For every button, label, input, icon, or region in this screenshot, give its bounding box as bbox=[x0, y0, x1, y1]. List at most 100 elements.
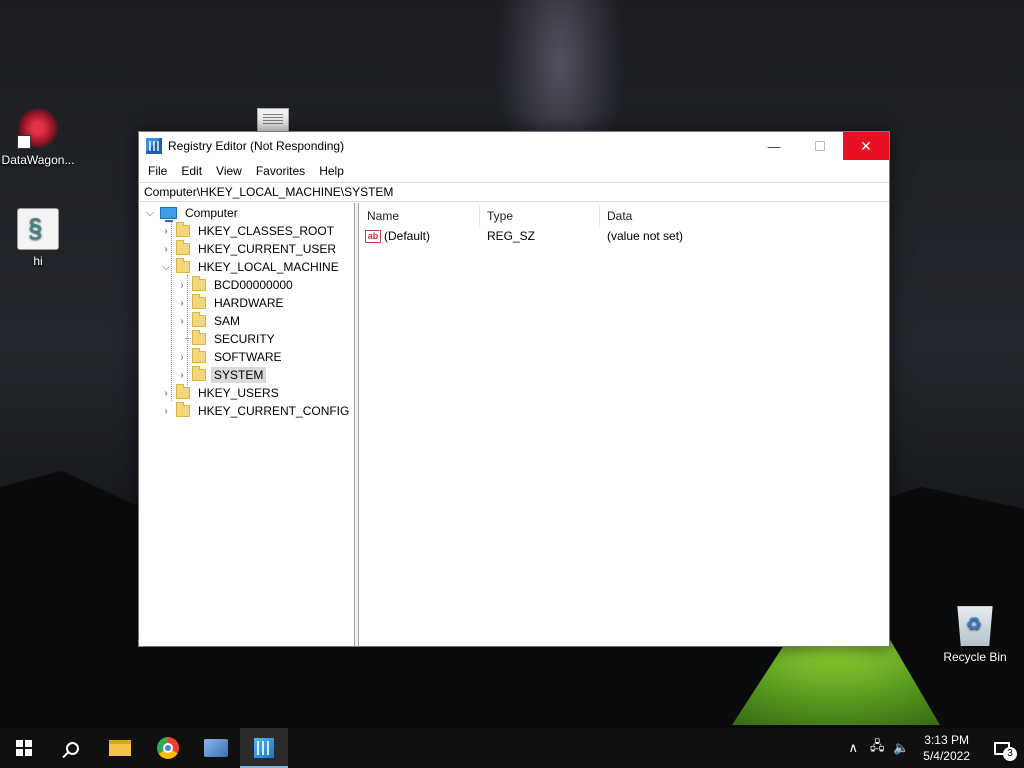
tree-item-security[interactable]: SECURITY bbox=[175, 330, 278, 348]
clock[interactable]: 3:13 PM 5/4/2022 bbox=[913, 732, 980, 764]
notification-count-badge: 3 bbox=[1003, 747, 1017, 761]
tree-item-label: SAM bbox=[214, 314, 241, 328]
value-data: (value not set) bbox=[607, 229, 684, 243]
value-row[interactable]: ab (Default) bbox=[365, 229, 430, 243]
chrome-icon bbox=[157, 737, 179, 759]
file-explorer-button[interactable] bbox=[96, 728, 144, 768]
system-tray: ∧ 🖧 🔈 3:13 PM 5/4/2022 3 bbox=[841, 728, 1024, 768]
tree-item-system[interactable]: › SYSTEM bbox=[175, 366, 267, 384]
string-value-icon: ab bbox=[365, 229, 381, 243]
chevron-down-icon[interactable]: ⌵ bbox=[143, 208, 157, 219]
tree-item-label: HARDWARE bbox=[214, 296, 284, 310]
chevron-right-icon[interactable]: › bbox=[175, 352, 189, 363]
chevron-right-icon[interactable]: › bbox=[175, 316, 189, 327]
value-type-cell: REG_SZ bbox=[487, 229, 535, 243]
tree-item-label: HKEY_CURRENT_CONFIG bbox=[198, 404, 350, 418]
datawagon-shortcut-icon bbox=[17, 107, 59, 149]
column-header-data[interactable]: Data bbox=[607, 209, 632, 223]
tree-item-label: Computer bbox=[185, 206, 238, 220]
tree-item-hkey-current-config[interactable]: › HKEY_CURRENT_CONFIG bbox=[159, 402, 352, 420]
taskbar: ∧ 🖧 🔈 3:13 PM 5/4/2022 3 bbox=[0, 728, 1024, 768]
tree-item-label: SYSTEM bbox=[211, 367, 267, 383]
registry-editor-window: Registry Editor (Not Responding) — ✕ Fil… bbox=[138, 131, 890, 647]
tree-item-sam[interactable]: › SAM bbox=[175, 312, 243, 330]
desktop-icon-label: DataWagon... bbox=[1, 153, 75, 167]
folder-icon bbox=[176, 258, 190, 273]
chevron-right-icon[interactable]: › bbox=[159, 226, 173, 237]
chrome-button[interactable] bbox=[144, 728, 192, 768]
value-data-cell: (value not set) bbox=[607, 229, 683, 243]
tree-item-hkey-local-machine[interactable]: ⌵ HKEY_LOCAL_MACHINE bbox=[159, 258, 342, 276]
chevron-right-icon[interactable]: › bbox=[159, 406, 173, 417]
tree-item-hkey-classes-root[interactable]: › HKEY_CLASSES_ROOT bbox=[159, 222, 337, 240]
tree-item-label: SECURITY bbox=[214, 332, 275, 346]
chevron-right-icon[interactable]: › bbox=[175, 280, 189, 291]
folder-icon bbox=[192, 348, 206, 363]
title-bar[interactable]: Registry Editor (Not Responding) — ✕ bbox=[139, 132, 889, 160]
values-list[interactable]: Name Type Data ab (Default) REG_SZ (valu… bbox=[359, 203, 889, 646]
key-tree[interactable]: ⌵ Computer › HKEY_CLASSES_ROOT › HKEY_CU… bbox=[139, 203, 355, 646]
window-title: Registry Editor (Not Responding) bbox=[168, 139, 345, 153]
folder-icon bbox=[176, 222, 190, 237]
chevron-down-icon[interactable]: ⌵ bbox=[159, 262, 173, 273]
desktop-icon-label: Recycle Bin bbox=[943, 650, 1007, 664]
chevron-right-icon[interactable]: › bbox=[175, 370, 189, 381]
tree-item-label: HKEY_CURRENT_USER bbox=[198, 242, 337, 256]
tree-item-computer[interactable]: ⌵ Computer bbox=[143, 204, 241, 222]
clock-time: 3:13 PM bbox=[924, 733, 969, 747]
minimize-button[interactable]: — bbox=[751, 132, 797, 160]
menu-view[interactable]: View bbox=[209, 164, 249, 178]
registry-editor-icon bbox=[254, 738, 274, 758]
folder-icon bbox=[109, 740, 131, 756]
value-name: (Default) bbox=[384, 229, 431, 243]
tree-item-bcd00000000[interactable]: › BCD00000000 bbox=[175, 276, 296, 294]
maximize-button[interactable] bbox=[797, 132, 843, 160]
chevron-right-icon[interactable]: › bbox=[159, 388, 173, 399]
desktop-icon-label: hi bbox=[33, 254, 43, 268]
folder-icon bbox=[192, 330, 206, 345]
network-icon[interactable]: 🖧 bbox=[865, 737, 889, 759]
text-document-icon[interactable] bbox=[257, 108, 289, 132]
clock-date: 5/4/2022 bbox=[923, 749, 970, 763]
column-divider[interactable] bbox=[599, 205, 600, 227]
chevron-right-icon[interactable]: › bbox=[175, 298, 189, 309]
script-file-icon bbox=[17, 208, 59, 250]
search-icon bbox=[65, 741, 79, 755]
chevron-right-icon[interactable]: › bbox=[159, 244, 173, 255]
menu-favorites[interactable]: Favorites bbox=[249, 164, 312, 178]
tree-item-hkey-users[interactable]: › HKEY_USERS bbox=[159, 384, 282, 402]
tree-item-label: HKEY_CLASSES_ROOT bbox=[198, 224, 335, 238]
close-button[interactable]: ✕ bbox=[843, 132, 889, 160]
recycle-bin-icon bbox=[957, 606, 993, 646]
desktop-icon-recycle-bin[interactable]: Recycle Bin bbox=[937, 604, 1013, 664]
network-app-button[interactable] bbox=[192, 728, 240, 768]
desktop-icon-hi[interactable]: hi bbox=[0, 208, 76, 268]
editor-panes: ⌵ Computer › HKEY_CLASSES_ROOT › HKEY_CU… bbox=[139, 203, 889, 646]
column-header-type[interactable]: Type bbox=[487, 209, 513, 223]
menu-edit[interactable]: Edit bbox=[174, 164, 209, 178]
address-bar[interactable]: Computer\HKEY_LOCAL_MACHINE\SYSTEM bbox=[139, 182, 889, 202]
volume-icon[interactable]: 🔈 bbox=[889, 740, 913, 756]
tree-item-hkey-current-user[interactable]: › HKEY_CURRENT_USER bbox=[159, 240, 339, 258]
tree-item-label: HKEY_USERS bbox=[198, 386, 279, 400]
folder-icon bbox=[192, 312, 206, 327]
desktop-icon-datawagon[interactable]: DataWagon... bbox=[0, 107, 76, 167]
tree-item-hardware[interactable]: › HARDWARE bbox=[175, 294, 287, 312]
folder-icon bbox=[192, 294, 206, 309]
column-divider[interactable] bbox=[479, 205, 480, 227]
tree-item-label: BCD00000000 bbox=[214, 278, 293, 292]
menu-file[interactable]: File bbox=[141, 164, 174, 178]
search-button[interactable] bbox=[48, 728, 96, 768]
value-type: REG_SZ bbox=[487, 229, 536, 243]
registry-editor-taskbar-button[interactable] bbox=[240, 728, 288, 768]
folder-icon bbox=[176, 402, 190, 417]
folder-icon bbox=[176, 240, 190, 255]
menu-help[interactable]: Help bbox=[312, 164, 351, 178]
tree-item-software[interactable]: › SOFTWARE bbox=[175, 348, 285, 366]
windows-logo-icon bbox=[16, 740, 32, 756]
column-header-name[interactable]: Name bbox=[367, 209, 399, 223]
show-hidden-icons-chevron[interactable]: ∧ bbox=[841, 740, 865, 756]
action-center-button[interactable]: 3 bbox=[980, 728, 1024, 768]
start-button[interactable] bbox=[0, 728, 48, 768]
computer-icon bbox=[160, 207, 177, 222]
